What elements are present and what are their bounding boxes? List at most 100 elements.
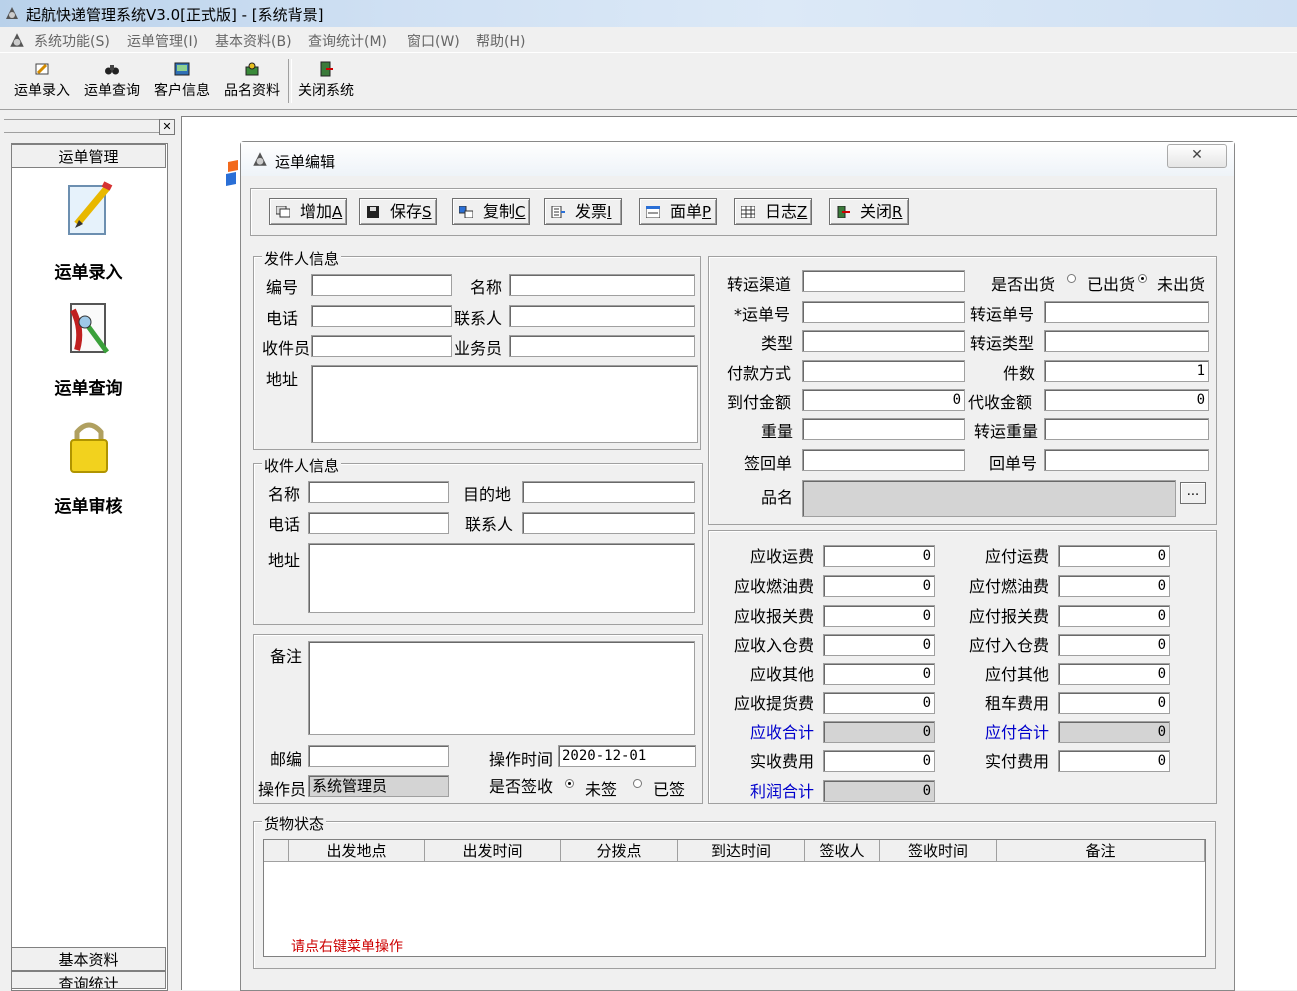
fee-left-field[interactable]: 0 (823, 575, 935, 597)
goods-browse-button[interactable]: ... (1180, 482, 1206, 504)
fee-right-label: 实付费用 (984, 752, 1049, 771)
fee-left-field[interactable]: 0 (823, 545, 935, 567)
cod-field[interactable]: 0 (802, 389, 965, 411)
fee-right-field[interactable]: 0 (1058, 692, 1170, 714)
receiver-contact-field[interactable] (522, 512, 695, 534)
grid-header-hub[interactable]: 分拨点 (561, 840, 678, 862)
menu-waybill[interactable]: 运单管理(I) (127, 31, 198, 51)
fee-left-field[interactable]: 0 (823, 692, 935, 714)
fee-left-field[interactable]: 0 (823, 750, 935, 772)
fee-left-label: 应收运费 (749, 547, 814, 566)
sender-phone-field[interactable] (311, 305, 452, 327)
toolbar-goods-button[interactable]: 品名资料 (220, 61, 284, 105)
dialog-close-button[interactable]: ✕ (1167, 144, 1227, 168)
grid-header-departure-time[interactable]: 出发时间 (425, 840, 561, 862)
channel-field[interactable] (802, 270, 965, 292)
grid-header-sign-time[interactable]: 签收时间 (880, 840, 997, 862)
add-button[interactable]: 增加A (269, 198, 347, 225)
shipped-radio[interactable] (1067, 274, 1076, 283)
menu-help[interactable]: 帮助(H) (476, 31, 525, 51)
panel-grip[interactable] (4, 119, 174, 133)
fee-right-field[interactable]: 0 (1058, 605, 1170, 627)
signed-no-radio[interactable] (565, 779, 574, 788)
fee-left-field[interactable]: 0 (823, 663, 935, 685)
weight-field[interactable] (802, 418, 965, 440)
receiver-phone-field[interactable] (308, 512, 449, 534)
toolbar-close-system-button[interactable]: 关闭系统 (294, 61, 358, 105)
toolbar-waybill-query-button[interactable]: 运单查询 (80, 61, 144, 105)
copy-button[interactable]: 复制C (452, 198, 530, 225)
collect-field[interactable]: 0 (1044, 389, 1209, 411)
grid-indicator-header (264, 840, 289, 862)
sender-contact-field[interactable] (509, 305, 695, 327)
menu-window[interactable]: 窗口(W) (407, 31, 460, 51)
transfer-weight-field[interactable] (1044, 418, 1209, 440)
fee-right-field[interactable]: 0 (1058, 575, 1170, 597)
dialog-title-bar[interactable]: 运单编辑 ✕ (241, 142, 1234, 176)
waybill-no-field[interactable] (802, 301, 965, 323)
log-button[interactable]: 日志Z (734, 198, 812, 225)
close-button[interactable]: 关闭R (829, 198, 909, 225)
sender-name-field[interactable] (509, 274, 695, 296)
app-icon (253, 152, 267, 166)
sender-code-field[interactable] (311, 274, 452, 296)
salesman-label: 业务员 (454, 339, 503, 358)
type-field[interactable] (802, 330, 965, 352)
optime-field[interactable]: 2020-12-01 (558, 745, 696, 767)
sender-address-field[interactable] (311, 365, 698, 443)
pieces-field[interactable]: 1 (1044, 360, 1209, 382)
return-sign-label: 签回单 (744, 454, 793, 473)
payment-field[interactable] (802, 360, 965, 382)
menu-query[interactable]: 查询统计(M) (308, 31, 387, 51)
fee-right-field[interactable]: 0 (1058, 721, 1170, 743)
outlook-header-waybill[interactable]: 运单管理 (11, 144, 166, 168)
optime-label: 操作时间 (489, 750, 554, 769)
grid-header-signer[interactable]: 签收人 (805, 840, 880, 862)
fee-left-label: 应收提货费 (733, 694, 814, 713)
grid-header-remarks[interactable]: 备注 (997, 840, 1205, 862)
save-button[interactable]: 保存S (359, 198, 437, 225)
fee-left-field[interactable]: 0 (823, 721, 935, 743)
outlook-header-query[interactable]: 查询统计 (11, 971, 166, 989)
toolbar-customer-button[interactable]: 客户信息 (150, 61, 214, 105)
outlook-header-basic[interactable]: 基本资料 (11, 947, 166, 971)
return-sign-field[interactable] (802, 449, 965, 471)
grid-header-arrival-time[interactable]: 到达时间 (678, 840, 805, 862)
menu-basic[interactable]: 基本资料(B) (215, 31, 292, 51)
fee-right-label: 应付燃油费 (968, 577, 1049, 596)
goods-name-field[interactable] (802, 480, 1176, 517)
panel-close-icon[interactable]: ✕ (159, 119, 175, 135)
signed-yes-radio[interactable] (633, 779, 642, 788)
fee-left-field[interactable]: 0 (823, 780, 935, 802)
sidebar-item-waybill-entry[interactable]: 运单录入 (11, 180, 166, 283)
remarks-field[interactable] (308, 641, 695, 735)
transfer-no-field[interactable] (1044, 301, 1209, 323)
collector-field[interactable] (311, 335, 452, 357)
label-print-button[interactable]: 面单P (639, 198, 717, 225)
transfer-type-field[interactable] (1044, 330, 1209, 352)
toolbar-waybill-entry-button[interactable]: 运单录入 (10, 61, 74, 105)
sidebar-item-label: 运单录入 (54, 263, 123, 283)
toolbar: 运单录入 运单查询 客户信息 品名资料 关闭系统 (0, 52, 1297, 110)
salesman-field[interactable] (509, 335, 695, 357)
not-shipped-radio[interactable] (1138, 274, 1147, 283)
grid-header-origin[interactable]: 出发地点 (289, 840, 425, 862)
sidebar-item-waybill-query[interactable]: 运单查询 (11, 300, 166, 399)
invoice-button[interactable]: 发票I (544, 198, 622, 225)
fee-left-label: 应收合计 (749, 723, 814, 742)
fee-right-field[interactable]: 0 (1058, 545, 1170, 567)
menu-system[interactable]: 系统功能(S) (34, 31, 110, 51)
app-menu-icon[interactable] (8, 31, 26, 49)
receiver-address-field[interactable] (308, 543, 695, 613)
fee-right-field[interactable]: 0 (1058, 750, 1170, 772)
return-no-field[interactable] (1044, 449, 1209, 471)
zip-field[interactable] (308, 745, 449, 767)
receiver-name-field[interactable] (308, 481, 449, 503)
sidebar-item-label: 运单查询 (54, 379, 123, 399)
fee-right-field[interactable]: 0 (1058, 663, 1170, 685)
destination-field[interactable] (522, 481, 695, 503)
fee-left-field[interactable]: 0 (823, 634, 935, 656)
fee-right-field[interactable]: 0 (1058, 634, 1170, 656)
fee-left-field[interactable]: 0 (823, 605, 935, 627)
sidebar-item-waybill-audit[interactable]: 运单审核 (11, 416, 166, 517)
